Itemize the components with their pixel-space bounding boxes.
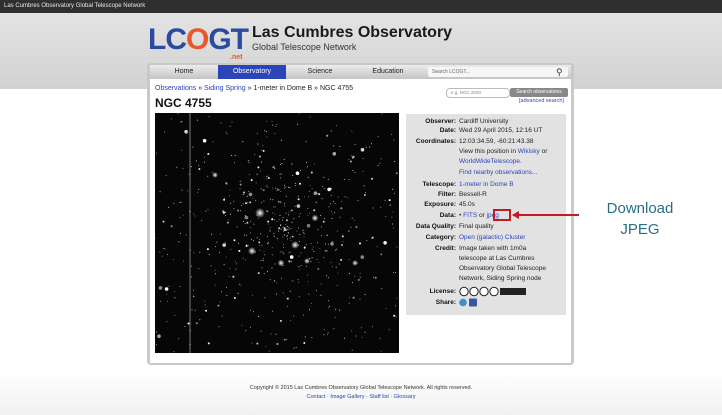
coordinates-label: Coordinates:: [415, 138, 456, 145]
data-label: Data:: [439, 212, 456, 219]
copyright-text: Copyright © 2015 Las Cumbres Observatory…: [249, 385, 473, 391]
exposure-value: 45.0s: [459, 201, 475, 208]
observation-search-input[interactable]: e.g. NGC 2020: [446, 88, 510, 98]
main-nav: Home Observatory Science Education Searc…: [150, 65, 571, 79]
share-label: Share:: [435, 299, 456, 306]
search-observations-button[interactable]: Search observations: [510, 88, 568, 97]
view-position-text: View this position in Wikisky or: [459, 148, 548, 155]
category-label: Category:: [425, 234, 456, 241]
page-title: NGC 4755: [155, 96, 212, 110]
license-label: License:: [429, 288, 456, 295]
annotation-arrow-head: [512, 211, 519, 219]
worldwidetelescope-link[interactable]: WorldWideTelescope.: [459, 158, 522, 166]
observer-value: Cardiff University: [459, 118, 509, 125]
filter-value: Bessell-R: [459, 191, 487, 198]
site-subtitle: Global Telescope Network: [252, 42, 357, 52]
filter-label: Filter:: [437, 191, 456, 198]
quality-label: Data Quality:: [415, 223, 456, 230]
quality-value: Final quality: [459, 223, 494, 230]
download-jpeg-annotation: Download JPEG: [606, 200, 674, 238]
window-title: Las Cumbres Observatory Global Telescope…: [4, 3, 146, 9]
date-value: Wed 29 April 2015, 12:16 UT: [459, 127, 543, 134]
lcogt-logo[interactable]: LCOGT .net: [148, 25, 249, 62]
site-search-input[interactable]: Search LCOGT...: [428, 67, 568, 77]
facebook-icon[interactable]: [469, 298, 477, 307]
wikisky-link[interactable]: Wikisky: [518, 148, 540, 155]
search-icon[interactable]: ⚲: [556, 66, 563, 78]
breadcrumb-siding-spring[interactable]: Siding Spring: [204, 85, 246, 92]
share-icons: [459, 298, 477, 307]
breadcrumb-rest: » 1-meter in Dome B » NGC 4755: [245, 85, 354, 92]
telescope-label: Telescope:: [422, 181, 456, 188]
credit-line-4: Network, Siding Spring node: [459, 275, 542, 282]
nearby-observations-link[interactable]: Find nearby observations...: [459, 169, 537, 177]
exposure-label: Exposure:: [424, 201, 456, 208]
observer-label: Observer:: [425, 118, 456, 125]
twitter-icon[interactable]: [459, 298, 467, 307]
coordinates-value: 12:03:34.59, -60:21:43.38: [459, 138, 534, 145]
annotation-arrow: [513, 214, 579, 216]
date-label: Date:: [439, 127, 456, 134]
ngc4755-image[interactable]: [155, 113, 399, 353]
nav-observatory[interactable]: Observatory: [218, 65, 286, 79]
site-title: Las Cumbres Observatory: [252, 24, 453, 41]
category-link[interactable]: Open (galactic) Cluster: [459, 234, 525, 242]
telescope-link[interactable]: 1-meter in Dome B: [459, 181, 514, 189]
credit-line-2: telescope at Las Cumbres: [459, 255, 535, 262]
breadcrumb-observations[interactable]: Observations: [155, 85, 196, 92]
window-titlebar: Las Cumbres Observatory Global Telescope…: [0, 0, 722, 13]
fits-link[interactable]: FITS: [463, 212, 477, 219]
credit-line-3: Observatory Global Telescope: [459, 265, 546, 272]
creative-commons-license-icon[interactable]: [459, 286, 527, 297]
nav-home[interactable]: Home: [150, 65, 218, 79]
credit-label: Credit:: [435, 245, 456, 252]
jpeg-highlight-box: [493, 209, 511, 221]
nav-education[interactable]: Education: [354, 65, 422, 79]
footer-links[interactable]: Contact · Image Gallery · Staff list · G…: [0, 394, 722, 400]
breadcrumb: Observations » Siding Spring » 1-meter i…: [155, 85, 354, 92]
credit-line-1: Image taken with 1m0a: [459, 245, 527, 252]
advanced-search-link[interactable]: [advanced search]: [519, 98, 564, 104]
footer: [0, 370, 722, 415]
nav-science[interactable]: Science: [286, 65, 354, 79]
